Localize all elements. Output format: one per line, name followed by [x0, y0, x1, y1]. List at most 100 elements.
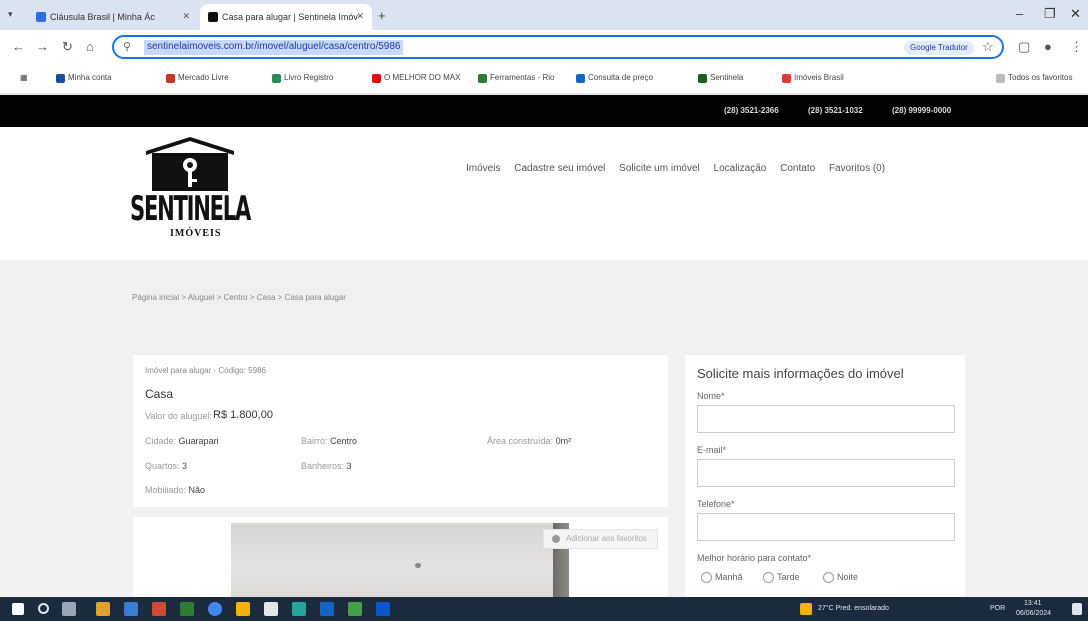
app-icon[interactable] [292, 602, 306, 616]
nav-item-imoveis[interactable]: Imóveis [466, 163, 500, 174]
furnished-value: Não [188, 485, 206, 495]
browser-tab-strip: ▾ Cláusula Brasil | Minha Ác ✕ Casa para… [0, 0, 1088, 30]
chrome-icon[interactable] [208, 602, 222, 616]
task-view-icon[interactable] [62, 602, 76, 616]
extensions-icon[interactable]: ▢ [1018, 39, 1030, 55]
logo-title: SENTINELA [130, 189, 251, 229]
weather-icon[interactable] [800, 603, 812, 615]
bookmark-item[interactable]: Livro Registro [272, 73, 334, 83]
new-tab-button[interactable]: + [378, 8, 386, 23]
notepad-icon[interactable] [264, 602, 278, 616]
price-value: R$ 1.800,00 [213, 409, 273, 421]
phone-2[interactable]: (28) 3521-1032 [808, 106, 863, 115]
nav-item-localizacao[interactable]: Localização [714, 163, 767, 174]
forward-icon[interactable]: → [36, 39, 49, 54]
close-window-icon[interactable]: ✕ [1070, 6, 1081, 22]
file-explorer-icon[interactable] [96, 602, 110, 616]
app-icon[interactable] [152, 602, 166, 616]
phone-3[interactable]: (28) 99999-0000 [892, 106, 951, 115]
tab-sentinela[interactable]: Casa para alugar | Sentinela Imóv ✕ [200, 4, 372, 30]
bookmark-label: Consulta de preço [588, 73, 653, 82]
ceiling-light [415, 563, 421, 568]
bathrooms-value: 3 [346, 461, 352, 471]
phone-input[interactable] [697, 513, 955, 541]
furnished-label: Mobiliado: [145, 485, 187, 495]
site-header: SENTINELA IMÓVEIS Imóveis Cadastre seu i… [0, 127, 1088, 260]
name-input[interactable] [697, 405, 955, 433]
language-indicator[interactable]: POR [990, 605, 1005, 612]
add-favorite-button[interactable]: Adicionar aos favoritos [543, 529, 658, 549]
radio-morning[interactable]: Manhã [701, 572, 743, 583]
excel-icon[interactable] [180, 602, 194, 616]
bookmark-label: Sentinela [710, 73, 744, 82]
apps-icon[interactable]: ▦ [20, 73, 28, 82]
main-nav: Imóveis Cadastre seu imóvel Solicite um … [466, 163, 896, 174]
nav-item-contato[interactable]: Contato [780, 163, 815, 174]
bookmark-item[interactable]: Ferramentas - Rio [478, 73, 555, 83]
district-field: Bairro: Centro [301, 436, 357, 446]
bookmark-star-icon[interactable]: ☆ [982, 39, 994, 55]
email-input[interactable] [697, 459, 955, 487]
close-tab-icon[interactable]: ✕ [182, 11, 190, 22]
close-tab-icon[interactable]: ✕ [356, 11, 364, 22]
bookmark-label: Minha conta [68, 73, 112, 82]
email-label: E-mail* [697, 445, 727, 455]
clock-date[interactable]: 06/06/2024 [1016, 610, 1051, 617]
back-icon[interactable]: ← [12, 39, 25, 54]
property-card: Imóvel para alugar - Código: 5986 Casa V… [133, 355, 668, 507]
site-info-icon[interactable]: ⚲ [123, 40, 131, 53]
bookmark-favicon-icon [782, 74, 791, 83]
minimize-icon[interactable]: – [1016, 6, 1023, 21]
clock-time[interactable]: 13:41 [1024, 600, 1042, 607]
start-icon[interactable] [12, 603, 24, 615]
tab-label: Casa para alugar | Sentinela Imóv [222, 12, 358, 22]
reload-icon[interactable]: ↻ [62, 39, 73, 55]
tab-clausula[interactable]: Cláusula Brasil | Minha Ác ✕ [28, 4, 198, 30]
browser-toolbar: ← → ↻ ⌂ ⚲ sentinelaimoveis.com.br/imovel… [0, 30, 1088, 64]
radio-afternoon[interactable]: Tarde [763, 572, 800, 583]
bookmark-item[interactable]: Consulta de preço [576, 73, 653, 83]
profile-icon[interactable]: ● [1044, 39, 1052, 54]
word-icon[interactable] [124, 602, 138, 616]
menu-icon[interactable]: ⋮ [1070, 39, 1083, 55]
bookmark-item[interactable]: Minha conta [56, 73, 112, 83]
house-key-logo-icon[interactable] [140, 135, 240, 191]
bedrooms-field: Quartos: 3 [145, 461, 187, 471]
bookmark-item[interactable]: Sentinela [698, 73, 744, 83]
other-bookmarks[interactable]: Todos os favoritos [996, 73, 1072, 83]
bookmarks-bar: ▦ Minha conta Mercado Livre Livro Regist… [0, 64, 1088, 94]
city-label: Cidade: [145, 436, 177, 446]
maximize-icon[interactable]: ❐ [1044, 6, 1056, 22]
bookmark-item[interactable]: Mercado Livre [166, 73, 229, 83]
bookmark-item[interactable]: O MELHOR DO MAX [372, 73, 460, 83]
home-icon[interactable]: ⌂ [86, 39, 94, 54]
form-title: Solicite mais informações do imóvel [697, 366, 904, 381]
site-contact-bar: (28) 3521-2366 (28) 3521-1032 (28) 99999… [0, 95, 1088, 127]
notifications-icon[interactable] [1072, 603, 1082, 615]
app-icon[interactable] [320, 602, 334, 616]
nav-item-cadastre[interactable]: Cadastre seu imóvel [514, 163, 605, 174]
app-icon[interactable] [236, 602, 250, 616]
url-text[interactable]: sentinelaimoveis.com.br/imovel/aluguel/c… [144, 40, 404, 55]
phone-1[interactable]: (28) 3521-2366 [724, 106, 779, 115]
address-bar[interactable]: ⚲ sentinelaimoveis.com.br/imovel/aluguel… [112, 35, 1004, 59]
bookmark-favicon-icon [478, 74, 487, 83]
property-photo[interactable] [231, 523, 569, 597]
bookmark-item[interactable]: Imóveis Brasil [782, 73, 844, 83]
search-icon[interactable] [38, 603, 49, 614]
bookmark-label: Livro Registro [284, 73, 334, 82]
whatsapp-icon[interactable] [348, 602, 362, 616]
translate-chip[interactable]: Google Tradutor [904, 41, 974, 55]
radio-night[interactable]: Noite [823, 572, 858, 583]
district-value: Centro [330, 436, 358, 446]
tab-search-icon[interactable]: ▾ [8, 9, 13, 20]
outlook-icon[interactable] [376, 602, 390, 616]
tab-label: Cláusula Brasil | Minha Ác [50, 12, 155, 22]
tab-favicon-icon [208, 12, 218, 22]
nav-item-favoritos[interactable]: Favoritos (0) [829, 163, 885, 174]
nav-item-solicite[interactable]: Solicite um imóvel [619, 163, 700, 174]
bookmark-favicon-icon [698, 74, 707, 83]
weather-text[interactable]: 27°C Pred. ensolarado [818, 605, 889, 612]
breadcrumb[interactable]: Página inicial > Aluguel > Centro > Casa… [132, 293, 346, 302]
bookmark-label: Ferramentas - Rio [490, 73, 555, 82]
